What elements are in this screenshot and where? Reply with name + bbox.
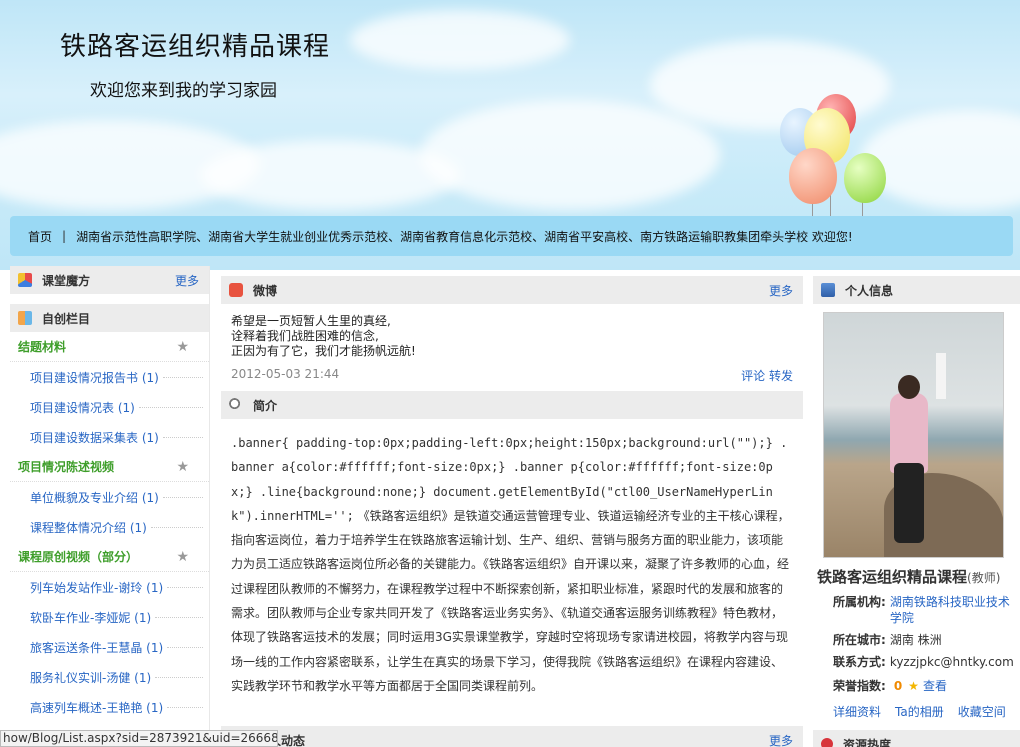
category-name: 项目情况陈述视频 [18,460,115,474]
avatar[interactable] [823,312,1004,558]
right-sidebar: 个人信息 铁路客运组织精品课程(教师) 所属机构: 湖南铁路科技职业技术学院 所… [813,266,1020,747]
nav-separator: | [62,229,67,243]
city-value: 湖南 株洲 [889,633,942,647]
balloon-orange [789,148,837,204]
list-item[interactable]: 服务礼仪实训-汤健 (1) [10,662,209,692]
profile-org-row: 所属机构: 湖南铁路科技职业技术学院 [833,591,1020,629]
star-icon[interactable]: ★ [176,549,189,565]
weibo-meta: 2012-05-03 21:44 评论 转发 [221,359,803,389]
custom-title: 自创栏目 [42,311,91,326]
custom-header: 自创栏目 [10,304,209,332]
list-item[interactable]: 项目建设情况表 (1) [10,392,209,422]
star-icon[interactable]: ★ [176,459,189,475]
resource-header: 资源热度 [813,730,1020,747]
magnifier-icon [229,398,243,412]
classroom-header: 课堂魔方 更多 [10,266,209,294]
list-item[interactable]: 单位概貌及专业介绍 (1) [10,482,209,512]
weibo-line: 诠释着我们战胜困难的信念, [231,329,379,343]
main-content: 微博 更多 希望是一页短暂人生里的真经, 诠释着我们战胜困难的信念, 正因为有了… [221,266,803,747]
dynamics-header: 人动态 更多 [221,726,803,747]
album-link[interactable]: Ta的相册 [895,703,944,720]
grid-icon [18,311,32,325]
profile-links: 详细资料 Ta的相册 收藏空间 [833,703,1020,720]
person-legs [894,463,924,543]
profile-name-text: 铁路客运组织精品课程 [817,568,968,586]
cloud [350,10,570,70]
detail-link[interactable]: 详细资料 [833,703,881,720]
site-subtitle: 欢迎您来到我的学习家园 [90,81,277,101]
person-shape [890,393,928,473]
nav-welcome-text: 湖南省示范性高职学院、湖南省大学生就业创业优秀示范校、湖南省教育信息化示范校、湖… [76,229,853,244]
category-header[interactable]: 结题材料 ★ [10,332,209,362]
weibo-icon [229,283,243,297]
star-icon[interactable]: ★ [176,339,189,355]
honor-label: 荣誉指数: [833,679,886,693]
intro-body: .banner{ padding-top:0px;padding-left:0p… [221,419,803,698]
browser-status-url: how/Blog/List.aspx?sid=2873921&uid=26668… [0,730,278,747]
category-name: 课程原创视频（部分） [18,550,139,564]
dynamics-more-link[interactable]: 更多 [769,732,793,747]
site-title: 铁路客运组织精品课程 [60,32,331,62]
list-item[interactable]: 课程整体情况介绍 (1) [10,512,209,542]
balloon-green [844,153,886,203]
list-item[interactable]: 项目建设数据采集表 (1) [10,422,209,452]
classroom-title: 课堂魔方 [42,273,91,288]
intro-header: 简介 [221,391,803,419]
contact-label: 联系方式: [833,655,886,669]
org-label: 所属机构: [833,595,886,609]
intro-title: 简介 [253,398,278,413]
honor-value: 0 [893,679,903,693]
profile-honor-row: 荣誉指数: 0 ★ 查看 [833,675,1020,697]
star-icon: ★ [908,679,919,693]
weibo-header: 微博 更多 [221,276,803,304]
profile-title: 个人信息 [845,283,894,298]
weibo-time: 2012-05-03 21:44 [231,367,340,381]
list-item[interactable]: 旅客运送条件-王慧晶 (1) [10,632,209,662]
user-icon [821,283,835,297]
category-header[interactable]: 项目情况陈述视频 ★ [10,452,209,482]
list-item[interactable]: 列车始发站作业-谢玲 (1) [10,572,209,602]
list-item[interactable]: 项目建设情况报告书 (1) [10,362,209,392]
list-item[interactable]: 高速列车概述-王艳艳 (1) [10,692,209,722]
cloud [860,110,1020,210]
contact-value: kyzzjpkc@hntky.com [889,655,1014,669]
honor-view-link[interactable]: 查看 [923,678,947,694]
profile-role: (教师) [967,571,1001,585]
weibo-line: 希望是一页短暂人生里的真经, [231,314,391,328]
cube-icon [18,273,32,287]
weibo-title: 微博 [253,283,278,298]
weibo-line: 正因为有了它，我们才能扬帆远航! [231,344,416,358]
cloud [420,100,720,210]
statue-shape [936,353,946,399]
list-item[interactable]: 软卧车作业-李娅妮 (1) [10,602,209,632]
city-label: 所在城市: [833,633,886,647]
forward-link[interactable]: 转发 [769,369,793,383]
intro-text: 《铁路客运组织》是铁道交通运营管理专业、铁道运输经济专业的主干核心课程，指向客运… [231,508,790,693]
nav-bar: 首页 | 湖南省示范性高职学院、湖南省大学生就业创业优秀示范校、湖南省教育信息化… [10,216,1013,256]
category-name: 结题材料 [18,340,67,354]
weibo-post: 希望是一页短暂人生里的真经, 诠释着我们战胜困难的信念, 正因为有了它，我们才能… [221,304,803,359]
nav-home-link[interactable]: 首页 [28,228,52,245]
left-sidebar: 课堂魔方 更多 自创栏目 结题材料 ★ 项目建设情况报告书 (1) 项目建设情况… [10,266,210,747]
resource-title: 资源热度 [843,737,892,747]
category-header[interactable]: 课程原创视频（部分） ★ [10,542,209,572]
person-head [898,375,920,399]
org-link[interactable]: 湖南铁路科技职业技术学院 [890,594,1020,626]
profile-contact-row: 联系方式: kyzzjpkc@hntky.com [833,651,1020,673]
classroom-more-link[interactable]: 更多 [175,272,199,289]
profile-city-row: 所在城市: 湖南 株洲 [833,629,1020,651]
favorite-link[interactable]: 收藏空间 [958,703,1006,720]
heart-icon [818,735,836,747]
weibo-more-link[interactable]: 更多 [769,282,793,299]
profile-name: 铁路客运组织精品课程(教师) [817,566,1020,587]
profile-header: 个人信息 [813,276,1020,304]
comment-link[interactable]: 评论 [741,369,765,383]
